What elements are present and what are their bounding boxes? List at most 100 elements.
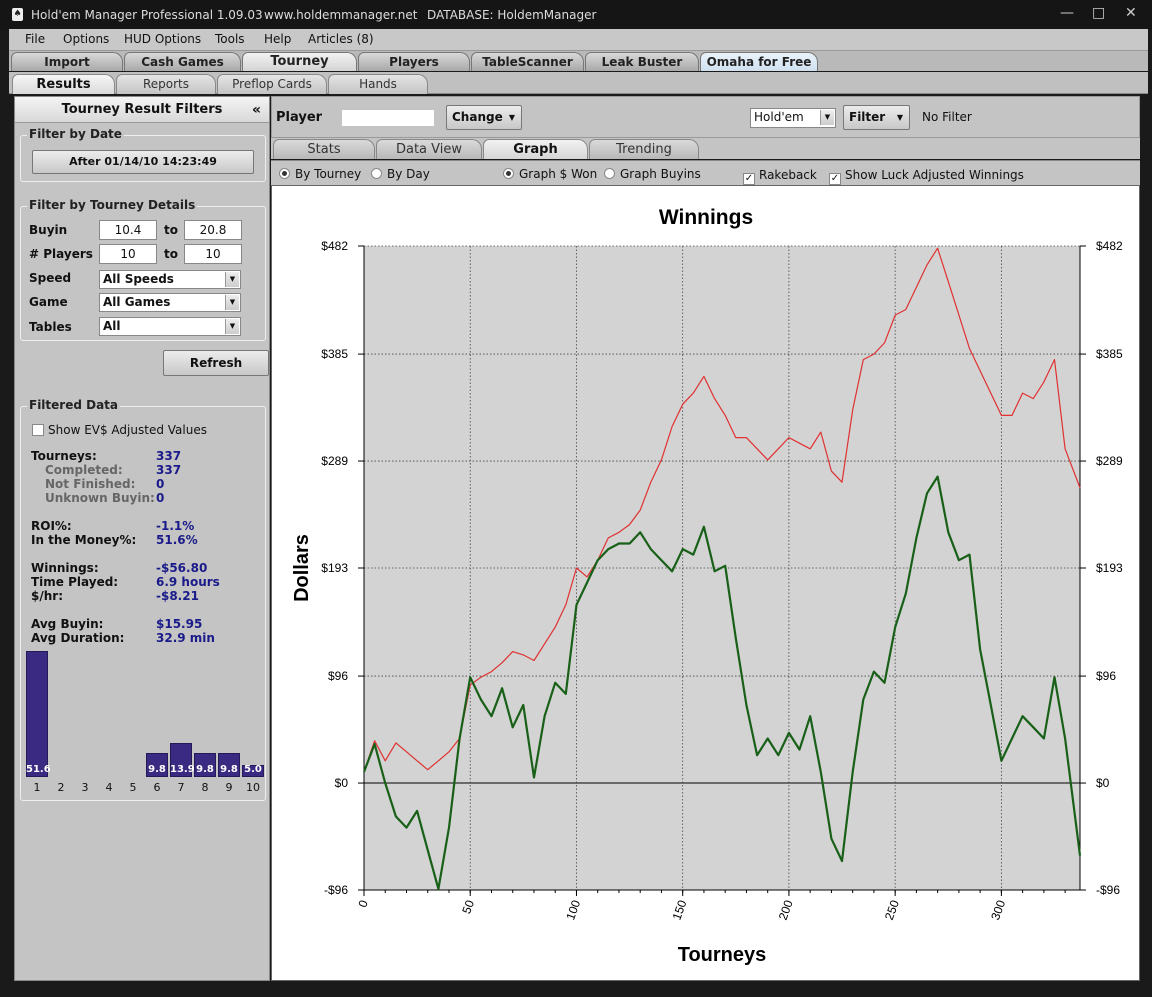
game-label: Game: [29, 295, 68, 309]
players-label: # Players: [29, 247, 93, 261]
player-name-field[interactable]: [342, 110, 434, 126]
filters-title: Tourney Result Filters: [61, 102, 223, 117]
tab-reports[interactable]: Reports: [116, 74, 216, 94]
tab-stats[interactable]: Stats: [273, 139, 375, 159]
winnings-value: -$56.80: [156, 561, 208, 575]
chevron-down-icon: ▼: [225, 272, 239, 287]
speed-label: Speed: [29, 271, 72, 285]
tab-trending[interactable]: Trending: [589, 139, 699, 159]
filter-button[interactable]: Filter ▼: [843, 105, 910, 130]
dollars-per-hour-value: -$8.21: [156, 589, 199, 603]
tourneys-label: Tourneys:: [31, 449, 97, 463]
radio-selected[interactable]: [279, 168, 290, 179]
tab-preflop-cards[interactable]: Preflop Cards: [217, 74, 327, 94]
checkbox-box[interactable]: [32, 424, 44, 436]
histogram-bar-label: 9.8: [220, 764, 238, 775]
radio-unselected[interactable]: [371, 168, 382, 179]
y-tick-label-right: $289: [1096, 454, 1123, 468]
ev-adjusted-checkbox[interactable]: Show EV$ Adjusted Values: [32, 423, 207, 437]
collapse-panel-icon[interactable]: «: [252, 97, 261, 123]
buyin-min-input[interactable]: 10.4: [99, 220, 157, 240]
tab-graph[interactable]: Graph: [483, 139, 588, 159]
rakeback-checkbox[interactable]: ✓ Rakeback: [743, 168, 817, 185]
refresh-button[interactable]: Refresh: [163, 350, 269, 376]
time-played-value: 6.9 hours: [156, 575, 220, 589]
chevron-down-icon: ▼: [820, 110, 834, 125]
menu-tools[interactable]: Tools: [215, 32, 245, 46]
tables-select[interactable]: All ▼: [99, 317, 241, 336]
game-type-select[interactable]: Hold'em ▼: [750, 108, 836, 128]
histogram-bar: [26, 651, 48, 777]
winnings-label: Winnings:: [31, 561, 99, 575]
close-icon[interactable]: ✕: [1125, 5, 1137, 21]
itm-label: In the Money%:: [31, 533, 137, 547]
y-tick-label-left: $0: [335, 776, 349, 790]
date-filter-button[interactable]: After 01/14/10 14:23:49: [32, 150, 254, 174]
main-tab-bar: Import Cash Games Tourney Players (15939…: [9, 51, 1148, 87]
unknown-buyin-label: Unknown Buyin:: [45, 491, 155, 505]
y-tick-label-left: $289: [321, 454, 348, 468]
check-icon[interactable]: ✓: [829, 173, 841, 185]
graph-won-radio[interactable]: Graph $ Won: [503, 167, 597, 181]
players-min-input[interactable]: 10: [99, 244, 157, 264]
x-axis-label: Tourneys: [678, 944, 767, 966]
menu-file[interactable]: File: [25, 32, 45, 46]
luck-adjusted-checkbox[interactable]: ✓ Show Luck Adjusted Winnings: [829, 168, 1024, 185]
filter-label: Filter: [849, 110, 886, 124]
game-select[interactable]: All Games ▼: [99, 293, 241, 312]
minimize-icon[interactable]: —: [1060, 5, 1074, 21]
tab-players[interactable]: Players (159391): [358, 52, 470, 87]
chevron-down-icon: ▼: [225, 319, 239, 334]
players-max-input[interactable]: 10: [184, 244, 242, 264]
tab-tourney[interactable]: Tourney: [242, 52, 357, 71]
by-tourney-radio[interactable]: By Tourney: [279, 167, 361, 181]
histogram-place-label: 7: [177, 781, 185, 794]
change-player-button[interactable]: Change ▼: [446, 105, 522, 130]
unknown-buyin-value: 0: [156, 491, 165, 505]
y-tick-label-left: $482: [321, 239, 348, 253]
maximize-icon[interactable]: □: [1092, 5, 1105, 21]
histogram-place-label: 5: [129, 781, 137, 794]
tab-hands[interactable]: Hands: [328, 74, 428, 94]
histogram-place-label: 1: [33, 781, 41, 794]
histogram-place-label: 10: [246, 781, 260, 794]
by-day-radio[interactable]: By Day: [371, 167, 430, 181]
tab-cash-games[interactable]: Cash Games: [124, 52, 241, 71]
menu-options[interactable]: Options: [63, 32, 109, 46]
x-tick-label: 300: [988, 898, 1008, 922]
radio-selected[interactable]: [503, 168, 514, 179]
ev-adjusted-label: Show EV$ Adjusted Values: [48, 423, 207, 437]
tab-omaha-for-free[interactable]: Omaha for Free: [700, 52, 818, 71]
avg-duration-label: Avg Duration:: [31, 631, 125, 645]
x-tick-label: 0: [355, 898, 371, 909]
histogram-place-label: 6: [153, 781, 161, 794]
menu-articles[interactable]: Articles (8): [308, 32, 374, 46]
app-title: Hold'em Manager Professional 1.09.03: [31, 8, 263, 22]
histogram-place-label: 2: [57, 781, 65, 794]
radio-unselected[interactable]: [604, 168, 615, 179]
speed-select[interactable]: All Speeds ▼: [99, 270, 241, 289]
graph-buyins-radio[interactable]: Graph Buyins: [604, 167, 701, 181]
tab-tablescanner[interactable]: TableScanner: [471, 52, 584, 71]
tab-leak-buster[interactable]: Leak Buster: [585, 52, 699, 71]
menu-help[interactable]: Help: [264, 32, 291, 46]
tab-import[interactable]: Import: [11, 52, 123, 71]
tab-data-view[interactable]: Data View: [376, 139, 482, 159]
tourneys-value: 337: [156, 449, 182, 463]
graph-won-label: Graph $ Won: [519, 167, 598, 181]
app-spade-icon: ♠: [12, 8, 23, 21]
histogram-bar-label: 9.8: [148, 764, 166, 775]
menu-hud-options[interactable]: HUD Options: [124, 32, 201, 46]
x-tick-label: 150: [670, 898, 690, 922]
roi-label: ROI%:: [31, 519, 72, 533]
tab-results[interactable]: Results: [12, 74, 115, 94]
check-icon[interactable]: ✓: [743, 173, 755, 185]
y-tick-label-left: -$96: [324, 883, 348, 897]
player-bar: Player Change ▼ Hold'em ▼ Filter ▼ No Filte…: [271, 96, 1140, 138]
y-tick-label-right: $0: [1096, 776, 1110, 790]
chevron-down-icon: ▼: [225, 295, 239, 310]
buyin-max-input[interactable]: 20.8: [184, 220, 242, 240]
sub-tab-bar: Results Reports Preflop Cards Hands: [9, 72, 1148, 94]
by-day-label: By Day: [387, 167, 430, 181]
luck-adjusted-label: Show Luck Adjusted Winnings: [845, 168, 1024, 182]
